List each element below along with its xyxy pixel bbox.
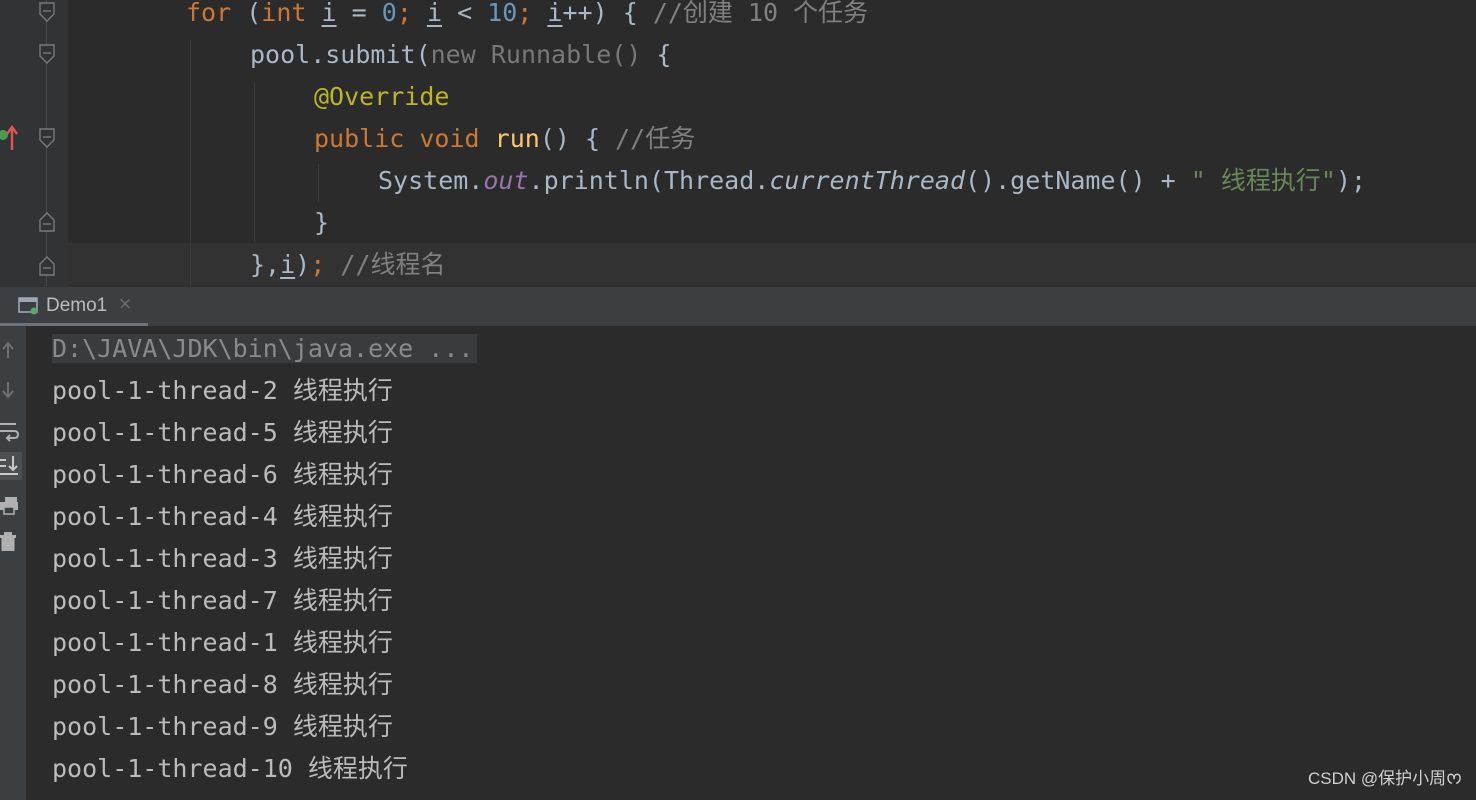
tab-label: Demo1	[46, 295, 108, 316]
indent-guide	[254, 82, 255, 242]
print-icon[interactable]	[0, 492, 22, 520]
punct: ) {	[592, 0, 638, 27]
number-literal: 0	[381, 0, 397, 27]
console-output[interactable]: D:\JAVA\JDK\bin\java.exe ... pool-1-thre…	[0, 326, 1476, 800]
code-editor[interactable]: for (int i = 0; i < 10; i++) { //创建 10 个…	[0, 0, 1476, 286]
punct: );	[1335, 166, 1367, 195]
loop-var: i	[321, 0, 337, 27]
fold-marker-icon[interactable]	[38, 2, 56, 24]
method-call: ().getName() +	[965, 166, 1191, 195]
indent-guide	[190, 40, 191, 286]
watermark: CSDN @保护小周ᰔ	[1307, 769, 1462, 788]
keyword-void: void	[419, 124, 480, 153]
punct: }	[314, 208, 330, 237]
run-tab-bar: Demo1 ×	[0, 286, 1476, 327]
keyword-public: public	[314, 124, 405, 153]
console-output-line: pool-1-thread-10 线程执行	[52, 754, 408, 783]
loop-var: i	[280, 250, 296, 279]
console-command-line[interactable]: D:\JAVA\JDK\bin\java.exe ...	[52, 328, 478, 370]
static-field: out	[483, 166, 529, 195]
method-name: run	[494, 124, 540, 153]
console-output-line: pool-1-thread-4 线程执行	[52, 502, 393, 531]
operator: ++	[562, 0, 593, 27]
keyword-for: for	[186, 0, 232, 27]
method-call: .println(Thread.	[528, 166, 770, 195]
keyword-int: int	[261, 0, 307, 27]
class-name: System.	[378, 166, 484, 195]
code-line-for-loop[interactable]: for (int i = 0; i < 10; i++) { //创建 10 个…	[186, 0, 868, 34]
operator: =	[351, 0, 367, 27]
indent-guide	[318, 164, 319, 202]
punct: {	[656, 40, 672, 69]
semicolon: ;	[517, 0, 533, 27]
code-line-close-brace[interactable]: }	[314, 202, 329, 244]
code-line-submit-end[interactable]: },i); //线程名	[250, 244, 445, 286]
soft-wrap-icon[interactable]	[0, 416, 22, 444]
down-arrow-icon[interactable]	[0, 376, 22, 404]
loop-var: i	[547, 0, 563, 27]
console-output-line: pool-1-thread-8 线程执行	[52, 670, 393, 699]
keyword-new: new	[430, 40, 476, 69]
semicolon: ;	[396, 0, 412, 27]
command-path[interactable]: D:\JAVA\JDK\bin\java.exe ...	[52, 334, 478, 363]
scroll-to-end-icon[interactable]	[0, 452, 22, 480]
run-config-icon	[18, 296, 40, 316]
fold-marker-icon[interactable]	[38, 44, 56, 66]
up-arrow-icon[interactable]	[0, 336, 22, 364]
loop-var: i	[426, 0, 442, 27]
comment: //任务	[615, 124, 696, 153]
editor-gutter	[0, 0, 68, 286]
console-output-line: pool-1-thread-5 线程执行	[52, 418, 393, 447]
code-line-annotation[interactable]: @Override	[314, 76, 449, 118]
punct: (	[246, 0, 262, 27]
number-literal: 10	[487, 0, 518, 27]
console-output-line: pool-1-thread-1 线程执行	[52, 628, 393, 657]
string-literal: " 线程执行"	[1190, 166, 1336, 195]
console-output-line: pool-1-thread-3 线程执行	[52, 544, 393, 573]
operator: <	[457, 0, 473, 27]
code-line-run-method[interactable]: public void run() { //任务	[314, 118, 695, 160]
punct: () {	[539, 124, 601, 153]
console-toolbar	[0, 326, 26, 800]
console-output-line: pool-1-thread-6 线程执行	[52, 460, 393, 489]
console-output-line: pool-1-thread-7 线程执行	[52, 586, 393, 615]
fold-end-marker-icon[interactable]	[38, 210, 56, 232]
tab-demo1[interactable]: Demo1 ×	[0, 287, 148, 327]
fold-end-marker-icon[interactable]	[38, 254, 56, 276]
comment: //线程名	[340, 250, 446, 279]
comment: //创建 10 个任务	[652, 0, 869, 27]
trash-icon[interactable]	[0, 528, 22, 556]
static-method: currentThread	[769, 166, 966, 195]
fold-marker-icon[interactable]	[38, 128, 56, 150]
class-name: Runnable()	[490, 40, 642, 69]
override-method-icon[interactable]	[0, 124, 20, 152]
code-line-submit[interactable]: pool.submit(new Runnable() {	[250, 34, 671, 76]
semicolon: ;	[310, 250, 326, 279]
punct: },	[250, 250, 281, 279]
method-call: pool.submit(	[250, 40, 431, 69]
annotation: @Override	[314, 82, 450, 111]
console-output-line: pool-1-thread-9 线程执行	[52, 712, 393, 741]
console-output-line: pool-1-thread-2 线程执行	[52, 376, 393, 405]
punct: )	[295, 250, 311, 279]
code-line-println[interactable]: System.out.println(Thread.currentThread(…	[378, 160, 1366, 202]
close-icon[interactable]: ×	[118, 294, 132, 314]
